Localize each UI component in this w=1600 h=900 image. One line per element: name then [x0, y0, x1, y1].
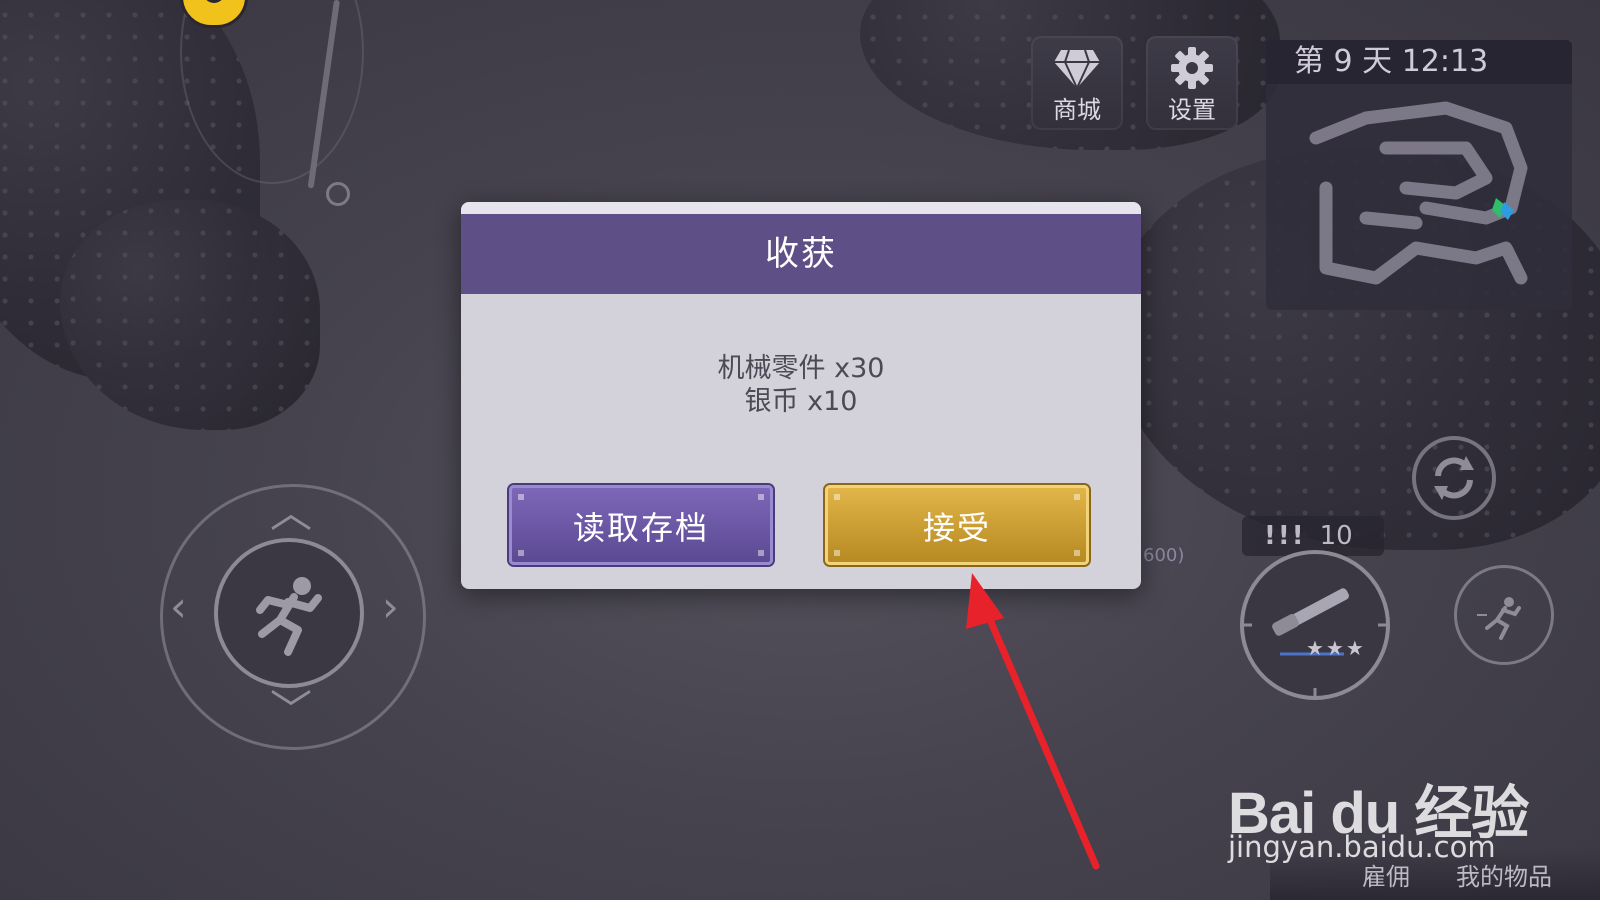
- watermark-url: jingyan.baidu.com: [1228, 830, 1496, 864]
- baidu-watermark: Bai du 经验 jingyan.baidu.com: [1228, 766, 1529, 864]
- annotation-arrow: [966, 573, 1100, 870]
